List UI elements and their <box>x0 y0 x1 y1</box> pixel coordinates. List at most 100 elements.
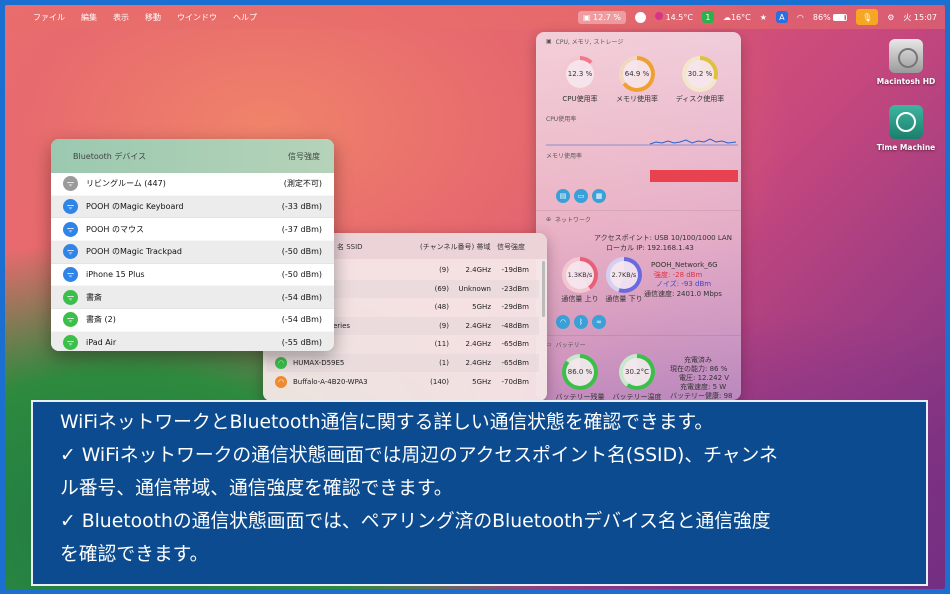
menu-edit[interactable]: 編集 <box>81 12 97 23</box>
bt-device-signal: (-54 dBm) <box>281 292 322 302</box>
wifi-channel: (48) <box>434 303 449 312</box>
temp-status-item[interactable]: 14.5°C <box>655 12 693 22</box>
menu-view[interactable]: 表示 <box>113 12 129 23</box>
input-method-icon[interactable]: A <box>775 11 788 23</box>
bt-device-signal: (-50 dBm) <box>281 270 322 280</box>
star-icon[interactable]: ★ <box>760 13 767 22</box>
separator <box>536 335 741 336</box>
bt-device-row[interactable]: ᯤ POOH のMagic Trackpad (-50 dBm) <box>51 241 334 264</box>
display-icon[interactable]: ▭ <box>574 189 588 203</box>
green-badge[interactable]: 1 <box>701 11 714 23</box>
hard-drive-icon <box>889 39 923 73</box>
bt-device-row[interactable]: ᯤ 書斎 (2) (-54 dBm) <box>51 309 334 332</box>
wifi-scrollbar[interactable] <box>542 261 545 317</box>
menu-file[interactable]: ファイル <box>33 12 65 23</box>
caption-line: ル番号、通信帯域、通信強度を確認できます。 <box>60 478 453 499</box>
bluetooth-icon[interactable]: ᛒ <box>574 315 588 329</box>
wifi-row[interactable]: ◠ Buffalo-A-4B20-WPA3 (140) 5GHz -70dBm <box>267 373 539 391</box>
wifi-ssid: HUMAX-D59E5 <box>293 359 345 367</box>
bt-device-signal: (測定不可) <box>283 179 322 189</box>
col-channel: (チャンネル番号) 帯域 <box>420 243 491 251</box>
bt-device-row[interactable]: ᯤ POOH のマウス (-37 dBm) <box>51 218 334 241</box>
wifi-ssid: Buffalo-A-4B20-WPA3 <box>293 377 368 386</box>
battery-temp-value: 30.2°C <box>625 368 649 376</box>
wifi-icon[interactable]: ◠ <box>797 13 804 22</box>
noise-text: ノイズ: -93 dBm <box>656 280 712 288</box>
menu-help[interactable]: ヘルプ <box>233 12 257 23</box>
wifi-band: 2.4GHz <box>465 321 492 330</box>
health-text: バッテリー健康: 98 % <box>670 392 733 400</box>
caption-line: ✓ Bluetoothの通信状態画面では、ペアリング済のBluetoothデバイ… <box>60 511 771 532</box>
wifi-icon[interactable]: ◠ <box>556 315 570 329</box>
menu-go[interactable]: 移動 <box>145 12 161 23</box>
menu-bar-right: ▣ 12.7 % 14.5°C 1 ☁16°C ★ A ◠ 86% 🎙 ⚙ 火 … <box>577 5 937 29</box>
wifi-band: 5GHz <box>472 303 491 312</box>
bt-device-row[interactable]: ᯤ 書斎 (-54 dBm) <box>51 286 334 310</box>
wifi-signal-icon: ◠ <box>275 357 287 369</box>
download-value: 2.7KB/s <box>611 271 637 279</box>
menu-window[interactable]: ウインドウ <box>177 12 217 23</box>
bluetooth-signal-icon: ᯤ <box>63 244 78 260</box>
wifi-channel: (69) <box>434 284 449 293</box>
wifi-signal: -48dBm <box>501 321 530 330</box>
memory-graph-label: メモリ使用率 <box>546 153 583 160</box>
wifi-channel: (140) <box>430 377 449 386</box>
battery-ring-label: バッテリー残量 <box>555 393 605 400</box>
wifi-signal-icon: ◠ <box>275 375 287 388</box>
wifi-channel: (9) <box>439 321 449 330</box>
desktop-icon-macintosh-hd[interactable]: Macintosh HD <box>866 39 945 86</box>
bluetooth-signal-icon: ᯤ <box>63 289 78 305</box>
bt-device-row[interactable]: ᯤ リビングルーム (447) (測定不可) <box>51 173 334 196</box>
cpu-ring-label: CPU使用率 <box>562 95 598 103</box>
battery-icon <box>833 13 848 21</box>
memory-ring: 64.9 % <box>619 56 655 92</box>
grid-icon[interactable]: ▦ <box>592 189 606 203</box>
chip-icon: ▣ <box>582 12 594 22</box>
battery-ring-value: 86.0 % <box>567 368 593 376</box>
time-machine-icon <box>889 105 923 139</box>
cpu-graph-label: CPU使用率 <box>546 116 577 123</box>
bt-device-name: iPad Air <box>86 338 117 348</box>
control-center-icon[interactable]: ⚙ <box>887 13 894 22</box>
caption-line: WiFiネットワークとBluetooth通信に関する詳しい通信状態を確認できます… <box>60 412 714 433</box>
cloud-icon: ☁ <box>722 12 731 22</box>
bt-device-name: 書斎 (2) <box>86 315 116 325</box>
clock[interactable]: 火 15:07 <box>903 12 937 23</box>
finder-icon[interactable]: ▤ <box>556 189 570 203</box>
local-ip-text: ローカル IP: 192.168.1.43 <box>606 244 694 252</box>
col-signal: 信号強度 <box>497 243 525 251</box>
ssid-text: POOH_Network_6G <box>651 261 718 269</box>
bluetooth-signal-icon: ᯤ <box>63 335 78 351</box>
link-icon[interactable]: ∞ <box>592 315 606 329</box>
section-battery-label: バッテリー <box>555 342 586 349</box>
bluetooth-signal-icon: ᯤ <box>63 176 78 192</box>
desktop-icon-time-machine[interactable]: Time Machine <box>866 105 945 152</box>
wifi-row[interactable]: ◠ HUMAX-D59E5 (1) 2.4GHz -65dBm <box>267 354 539 372</box>
temp2: 16°C <box>730 12 751 22</box>
cpu-status-item[interactable]: ▣ 12.7 % <box>577 10 627 24</box>
app-icon[interactable] <box>635 11 647 23</box>
battery-temp-label: バッテリー温度 <box>612 393 662 400</box>
bt-device-signal: (-54 dBm) <box>281 315 322 325</box>
desktop: ファイル 編集 表示 移動 ウインドウ ヘルプ ▣ 12.7 % 14.5°C … <box>5 5 945 589</box>
wifi-signal: -65dBm <box>501 359 530 367</box>
wifi-band: 2.4GHz <box>465 340 492 349</box>
battery-status-item[interactable]: 86% <box>813 13 848 22</box>
microphone-icon[interactable]: 🎙 <box>856 9 879 25</box>
screenshot-frame: ファイル 編集 表示 移動 ウインドウ ヘルプ ▣ 12.7 % 14.5°C … <box>0 0 950 594</box>
bt-device-row[interactable]: ᯤ iPad Air (-55 dBm) <box>51 331 334 351</box>
battery-ring: 86.0 % <box>562 354 598 390</box>
cpu-graph-svg <box>546 138 738 146</box>
bt-device-signal: (-37 dBm) <box>281 224 322 234</box>
apple-icon[interactable] <box>9 13 17 22</box>
desktop-icon-label: Time Machine <box>876 143 936 152</box>
wifi-band: 2.4GHz <box>465 359 492 367</box>
menu-bar: ファイル 編集 表示 移動 ウインドウ ヘルプ ▣ 12.7 % 14.5°C … <box>5 5 945 29</box>
col-device: Bluetooth デバイス <box>73 151 147 161</box>
weather-status-item[interactable]: ☁16°C <box>723 13 751 22</box>
cpu-graph <box>546 124 738 146</box>
bt-device-name: POOH のMagic Trackpad <box>86 247 183 257</box>
bt-device-row[interactable]: ᯤ POOH のMagic Keyboard (-33 dBm) <box>51 195 334 219</box>
speed-text: 通信速度: 2401.0 Mbps <box>644 290 722 298</box>
bt-device-row[interactable]: ᯤ iPhone 15 Plus (-50 dBm) <box>51 264 334 287</box>
